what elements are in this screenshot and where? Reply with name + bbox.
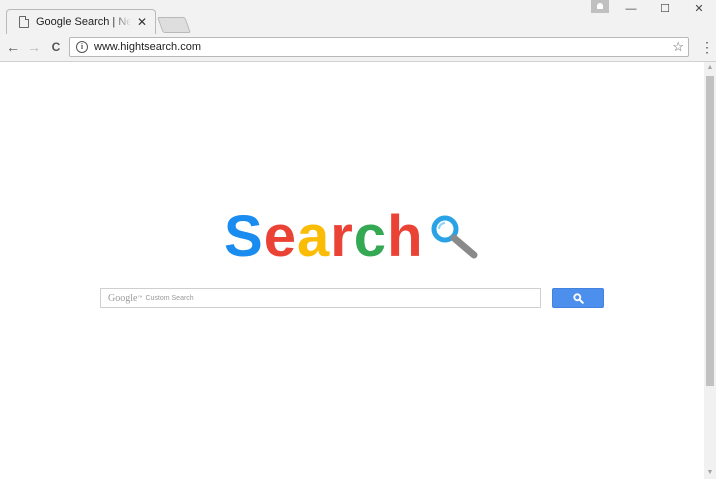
back-icon[interactable]: ←: [4, 38, 22, 56]
logo-letter: c: [353, 204, 388, 269]
tab-title: Google Search | News search: [36, 16, 131, 28]
menu-icon[interactable]: ⋮: [700, 38, 714, 56]
logo-letter: e: [263, 204, 297, 269]
window-controls: — ☐ ✕: [614, 0, 716, 18]
trademark: ™: [137, 295, 143, 301]
maximize-icon[interactable]: ☐: [648, 0, 682, 18]
search-input[interactable]: Google ™ Custom Search: [100, 288, 541, 308]
page-icon: [19, 16, 29, 28]
info-icon[interactable]: i: [76, 41, 88, 53]
search-placeholder: Custom Search: [145, 294, 194, 302]
close-window-icon[interactable]: ✕: [682, 0, 716, 18]
scrollbar[interactable]: ▲ ▼: [704, 62, 716, 479]
star-icon[interactable]: ☆: [672, 39, 684, 55]
search-button[interactable]: [552, 288, 604, 308]
reload-icon[interactable]: C: [47, 38, 65, 56]
logo-letter: S: [224, 204, 264, 269]
scroll-thumb[interactable]: [706, 76, 714, 386]
logo-letter: r: [330, 204, 354, 269]
logo-letter: h: [387, 204, 424, 269]
profile-icon[interactable]: [591, 0, 609, 13]
browser-titlebar: Google Search | News search ✕ — ☐ ✕: [0, 0, 716, 34]
forward-icon[interactable]: →: [25, 38, 43, 56]
new-tab-button[interactable]: [157, 17, 191, 33]
address-bar[interactable]: i www.hightsearch.com ☆: [69, 37, 689, 57]
search-logo: Search: [224, 207, 424, 267]
browser-tab[interactable]: Google Search | News search ✕: [6, 9, 156, 34]
magnifier-icon: [431, 215, 478, 259]
browser-toolbar: ← → C i www.hightsearch.com ☆ ⋮: [0, 34, 716, 62]
search-icon: [572, 292, 584, 304]
scroll-up-icon[interactable]: ▲: [704, 62, 716, 74]
minimize-icon[interactable]: —: [614, 0, 648, 18]
logo-letter: a: [296, 204, 331, 269]
url-text[interactable]: www.hightsearch.com: [94, 41, 201, 53]
google-brand: Google: [108, 292, 138, 304]
scroll-down-icon[interactable]: ▼: [704, 467, 716, 479]
tab-close-icon[interactable]: ✕: [135, 15, 149, 29]
